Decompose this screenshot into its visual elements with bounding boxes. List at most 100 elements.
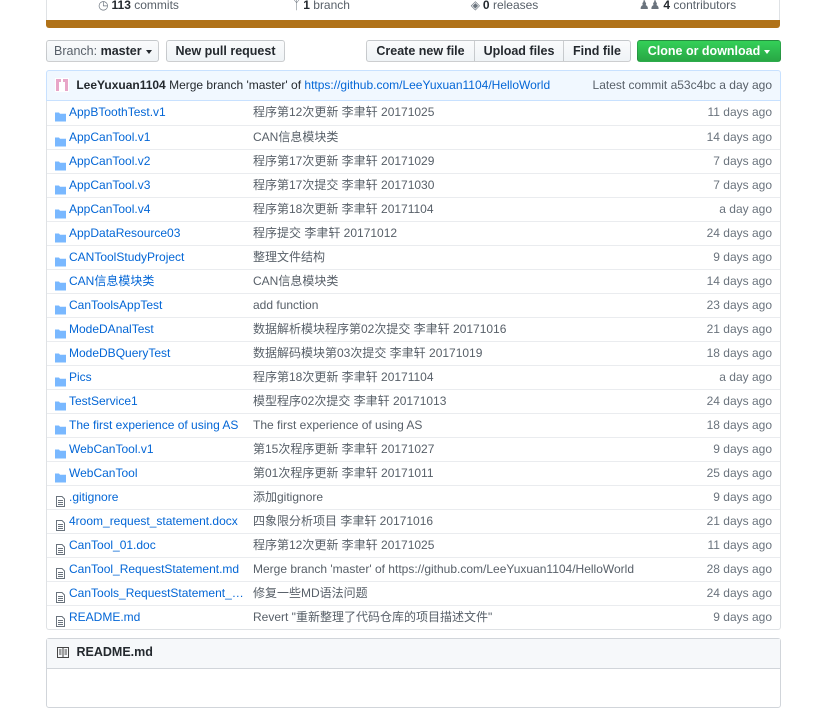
file-name-link[interactable]: ModeDAnalTest (69, 318, 249, 341)
table-row[interactable]: TestService1 模型程序02次提交 李聿轩 20171013 24 day… (47, 389, 780, 413)
contributors-stat[interactable]: ♟♟ 4 contributors (596, 0, 779, 20)
commit-message-link[interactable]: 程序提交 李聿轩 20171012 (253, 222, 397, 245)
commit-message-link[interactable]: https://github.com/LeeYuxuan1104/HelloWo… (304, 78, 550, 92)
find-file-button[interactable]: Find file (563, 40, 631, 62)
file-name-link[interactable]: WebCanTool.v1 (69, 438, 249, 461)
table-row[interactable]: README.md Revert "重新整理了代码仓库的项目描述文件" 9 days… (47, 605, 780, 629)
upload-files-button[interactable]: Upload files (474, 40, 564, 62)
file-name-link[interactable]: CanTool_01.doc (69, 534, 249, 557)
create-new-file-button[interactable]: Create new file (366, 40, 475, 62)
commits-stat[interactable]: ◷ 113 commits (47, 0, 230, 20)
table-row[interactable]: AppDataResource03 程序提交 李聿轩 20171012 24 day… (47, 221, 780, 245)
table-row[interactable]: WebCanTool 第01次程序更新 李聿轩 20171011 25 days a… (47, 461, 780, 485)
commit-message-link[interactable]: 程序第17次提交 李聿轩 20171030 (253, 174, 434, 197)
commit-message-link[interactable]: Merge branch 'master' of https://github.… (253, 558, 634, 581)
table-row[interactable]: AppCanTool.v2 程序第17次更新 李聿轩 20171029 7 days… (47, 149, 780, 173)
file-name-link[interactable]: README.md (69, 606, 249, 629)
commit-message-link[interactable]: 数据解码模块第03次提交 李聿轩 20171019 (253, 342, 482, 365)
commit-message-link[interactable]: 程序第18次更新 李聿轩 20171104 (253, 366, 434, 389)
table-row[interactable]: The first experience of using AS The firs… (47, 413, 780, 437)
file-name-link[interactable]: AppDataResource03 (69, 222, 249, 245)
file-name-link[interactable]: CanToolsAppTest (69, 294, 249, 317)
new-pull-request-button[interactable]: New pull request (166, 40, 285, 62)
file-icon (55, 612, 66, 627)
commit-age: 24 days ago (706, 586, 772, 600)
table-row[interactable]: AppCanTool.v3 程序第17次提交 李聿轩 20171030 7 days… (47, 173, 780, 197)
commit-age: 11 days ago (707, 105, 773, 119)
commit-message-link[interactable]: CAN信息模块类 (253, 270, 338, 293)
file-name-link[interactable]: CANToolStudyProject (69, 246, 249, 269)
commit-age: 14 days ago (706, 274, 772, 288)
file-name-link[interactable]: 4room_request_statement.docx (69, 510, 249, 533)
clone-or-download-button[interactable]: Clone or download (637, 40, 781, 62)
file-name-link[interactable]: ModeDBQueryTest (69, 342, 249, 365)
file-name-link[interactable]: .gitignore (69, 486, 249, 509)
commit-message-link[interactable]: 程序第12次更新 李聿轩 20171025 (253, 101, 434, 124)
file-name-link[interactable]: WebCanTool (69, 462, 249, 485)
commit-message: Merge branch 'master' of (169, 78, 302, 92)
table-row[interactable]: CAN信息模块类 CAN信息模块类 14 days ago (47, 269, 780, 293)
file-icon (55, 540, 66, 555)
commit-message-link[interactable]: 程序第17次更新 李聿轩 20171029 (253, 150, 434, 173)
commit-message-link[interactable]: CAN信息模块类 (253, 126, 338, 149)
commit-message-link[interactable]: 模型程序02次提交 李聿轩 20171013 (253, 390, 446, 413)
avatar[interactable] (55, 78, 69, 92)
table-row[interactable]: ModeDAnalTest 数据解析模块程序第02次提交 李聿轩 20171016… (47, 317, 780, 341)
file-name-link[interactable]: CanTool_RequestStatement.md (69, 558, 249, 581)
commit-age: 9 days ago (713, 610, 772, 624)
latest-commit-bar: LeeYuxuan1104 Merge branch 'master' of h… (46, 70, 781, 101)
commit-message-link[interactable]: The first experience of using AS (253, 414, 422, 437)
table-row[interactable]: AppCanTool.v4 程序第18次更新 李聿轩 20171104 a day … (47, 197, 780, 221)
table-row[interactable]: CanTool_01.doc 程序第12次更新 李聿轩 20171025 11 da… (47, 533, 780, 557)
commit-message-link[interactable]: add function (253, 294, 318, 317)
table-row[interactable]: CanToolsAppTest add function 23 days ago (47, 293, 780, 317)
releases-stat[interactable]: ◈ 0 releases (413, 0, 596, 20)
table-row[interactable]: CanTools_RequestStatement_V… 修复一些MD语法问题 24… (47, 581, 780, 605)
commit-message-link[interactable]: Revert "重新整理了代码仓库的项目描述文件" (253, 606, 492, 629)
file-name-link[interactable]: AppCanTool.v3 (69, 174, 249, 197)
file-name-link[interactable]: AppBToothTest.v1 (69, 101, 249, 124)
commit-message-link[interactable]: 程序第12次更新 李聿轩 20171025 (253, 534, 434, 557)
file-icon (55, 516, 66, 531)
commit-message-link[interactable]: 四象限分析项目 李聿轩 20171016 (253, 510, 433, 533)
commit-message-link[interactable]: 添加gitignore (253, 486, 323, 509)
commit-age: 18 days ago (706, 418, 772, 432)
table-row[interactable]: Pics 程序第18次更新 李聿轩 20171104 a day ago (47, 365, 780, 389)
file-name-link[interactable]: CAN信息模块类 (69, 270, 249, 293)
commit-sha[interactable]: a53c4bc (671, 78, 716, 92)
commit-message-link[interactable]: 整理文件结构 (253, 246, 325, 269)
folder-icon (55, 468, 66, 483)
commit-age: 24 days ago (706, 394, 772, 408)
book-icon (57, 647, 69, 658)
commit-message-link[interactable]: 修复一些MD语法问题 (253, 582, 368, 605)
table-row[interactable]: ModeDBQueryTest 数据解码模块第03次提交 李聿轩 20171019… (47, 341, 780, 365)
file-name-link[interactable]: CanTools_RequestStatement_V… (69, 582, 249, 605)
file-name-link[interactable]: AppCanTool.v4 (69, 198, 249, 221)
file-name-link[interactable]: TestService1 (69, 390, 249, 413)
language-bar[interactable] (46, 20, 780, 28)
commit-message-link[interactable]: 数据解析模块程序第02次提交 李聿轩 20171016 (253, 318, 506, 341)
folder-icon (55, 372, 66, 387)
table-row[interactable]: 4room_request_statement.docx 四象限分析项目 李聿轩 … (47, 509, 780, 533)
table-row[interactable]: AppBToothTest.v1 程序第12次更新 李聿轩 20171025 11 … (47, 101, 780, 125)
file-name-link[interactable]: AppCanTool.v2 (69, 150, 249, 173)
commit-age: 21 days ago (706, 514, 772, 528)
commit-message-link[interactable]: 第01次程序更新 李聿轩 20171011 (253, 462, 434, 485)
commit-message-link[interactable]: 程序第18次更新 李聿轩 20171104 (253, 198, 434, 221)
file-name-link[interactable]: The first experience of using AS (69, 414, 249, 437)
branch-select-button[interactable]: Branch: master (46, 40, 159, 62)
branch-stat[interactable]: ᛉ1 branch (230, 0, 413, 20)
commit-message-link[interactable]: 第15次程序更新 李聿轩 20171027 (253, 438, 434, 461)
table-row[interactable]: AppCanTool.v1 CAN信息模块类 14 days ago (47, 125, 780, 149)
folder-icon (55, 420, 66, 435)
folder-icon (55, 107, 66, 122)
file-name-link[interactable]: AppCanTool.v1 (69, 126, 249, 149)
commit-author[interactable]: LeeYuxuan1104 (76, 78, 165, 92)
table-row[interactable]: WebCanTool.v1 第15次程序更新 李聿轩 20171027 9 days… (47, 437, 780, 461)
table-row[interactable]: CanTool_RequestStatement.md Merge branch … (47, 557, 780, 581)
table-row[interactable]: CANToolStudyProject 整理文件结构 9 days ago (47, 245, 780, 269)
file-name-link[interactable]: Pics (69, 366, 249, 389)
table-row[interactable]: .gitignore 添加gitignore 9 days ago (47, 485, 780, 509)
folder-icon (55, 252, 66, 267)
releases-label: releases (492, 0, 539, 12)
